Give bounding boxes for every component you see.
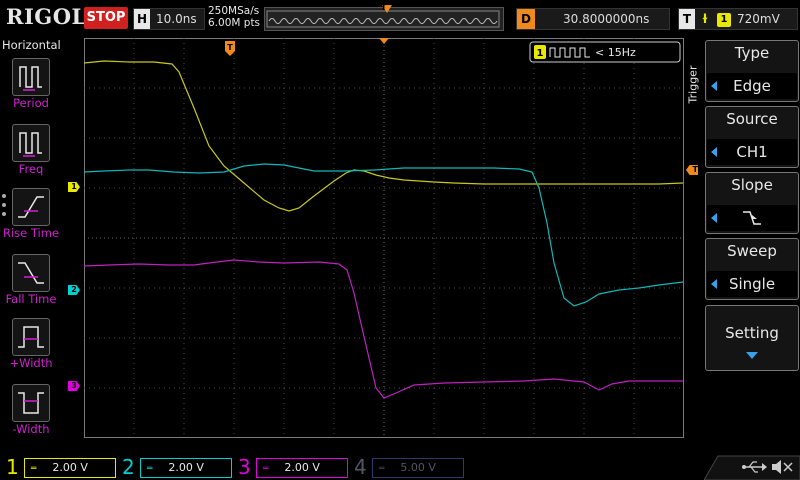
- negative-width-icon[interactable]: [12, 384, 50, 422]
- horizontal-key-label: H: [134, 9, 150, 29]
- trigger-level-value: 720mV: [737, 12, 780, 26]
- rise-time-icon[interactable]: [12, 188, 50, 226]
- trigger-level-marker[interactable]: T: [686, 165, 698, 175]
- timebase-value: 10.0ns: [156, 12, 197, 26]
- status-icons: [704, 455, 800, 480]
- trigger-sweep-title: Sweep: [727, 242, 777, 260]
- channel-status-bar: 1 ═ 2.00 V 2 ═ 2.00 V 3 ═ 2.00 V 4 ═ 5.00 V: [0, 454, 800, 480]
- delay-key-label: D: [517, 9, 535, 29]
- channel-4-scale-box: ═ 5.00 V: [372, 458, 464, 478]
- memory-overview-bar[interactable]: T: [264, 3, 504, 31]
- channel-1-offset-marker[interactable]: 1: [68, 182, 80, 192]
- measure-fall-time[interactable]: Fall Time: [0, 254, 62, 316]
- trigger-sweep-value: Single: [707, 271, 797, 297]
- measure-negative-width-label: -Width: [12, 422, 50, 436]
- channel-1-number: 1: [6, 455, 19, 479]
- left-arrow-icon: [711, 213, 717, 223]
- channel-2-scale-box: ═ 2.00 V: [140, 458, 232, 478]
- channel-4-scale: 5.00 V: [400, 461, 436, 474]
- trigger-time-marker-label: T: [227, 43, 233, 52]
- measure-positive-width-label: +Width: [9, 356, 53, 370]
- memory-depth: 6.00M pts: [208, 17, 261, 29]
- measure-period-label: Period: [13, 96, 49, 110]
- frequency-icon[interactable]: [12, 124, 50, 162]
- trigger-key-label: T: [679, 9, 695, 29]
- channel-4-status[interactable]: 4 ═ 5.00 V: [348, 454, 464, 480]
- trigger-channel-badge: 1: [717, 13, 731, 27]
- top-status-bar: RIGOL STOP H 10.0ns 250MSa/s 6.00M pts T …: [0, 0, 800, 36]
- period-icon[interactable]: [12, 58, 50, 96]
- left-arrow-icon: [711, 279, 717, 289]
- left-menu-title: Horizontal: [2, 38, 61, 52]
- measure-negative-width[interactable]: -Width: [0, 384, 62, 446]
- channel-1-scale: 2.00 V: [52, 461, 88, 474]
- channel-2-number: 2: [122, 455, 135, 479]
- measure-rise-time[interactable]: Rise Time: [0, 188, 62, 250]
- trigger-delay-box[interactable]: D 30.8000000ns: [516, 8, 670, 30]
- channel-3-offset-marker[interactable]: 3: [68, 381, 80, 391]
- channel-2-scale: 2.00 V: [168, 461, 204, 474]
- rising-edge-icon: ɫ: [701, 12, 709, 26]
- trigger-type-softkey[interactable]: Type Edge: [705, 40, 799, 102]
- channel-3-number: 3: [238, 455, 251, 479]
- waveform-graticule[interactable]: 1 < 15Hz T: [84, 38, 684, 438]
- measure-frequency[interactable]: Freq: [0, 124, 62, 186]
- measure-frequency-label: Freq: [18, 162, 44, 176]
- measure-period[interactable]: Period: [0, 58, 62, 120]
- channel-1-scale-box: ═ 2.00 V: [24, 458, 116, 478]
- measure-rise-time-label: Rise Time: [2, 226, 60, 240]
- trigger-setting-softkey[interactable]: Setting: [705, 305, 799, 371]
- frequency-counter[interactable]: 1 < 15Hz: [529, 41, 681, 63]
- horizontal-measure-menu: Horizontal Period Freq Rise Time Fall Ti…: [0, 36, 62, 454]
- sample-rate: 250MSa/s: [208, 5, 260, 17]
- trigger-slope-value: [707, 205, 797, 231]
- trigger-sweep-softkey[interactable]: Sweep Single: [705, 238, 799, 300]
- counter-value: < 15Hz: [595, 46, 636, 59]
- channel-3-status[interactable]: 3 ═ 2.00 V: [232, 454, 348, 480]
- down-arrow-icon: [746, 352, 758, 359]
- trigger-position-label: T: [381, 3, 387, 12]
- channel-3-scale: 2.00 V: [284, 461, 320, 474]
- left-arrow-icon: [711, 81, 717, 91]
- trigger-setting-title: Setting: [725, 324, 779, 342]
- channel-3-scale-box: ═ 2.00 V: [256, 458, 348, 478]
- trigger-type-value: Edge: [707, 73, 797, 99]
- timebase-box[interactable]: H 10.0ns: [133, 8, 205, 30]
- trigger-slope-title: Slope: [731, 176, 773, 194]
- trigger-source-value: CH1: [707, 139, 797, 165]
- left-arrow-icon: [711, 147, 717, 157]
- trigger-slope-softkey[interactable]: Slope: [705, 172, 799, 234]
- delay-value: 30.8000000ns: [563, 12, 650, 26]
- brand-logo: RIGOL: [6, 4, 87, 29]
- channel-2-offset-marker[interactable]: 2: [68, 285, 80, 295]
- trigger-type-title: Type: [734, 44, 770, 62]
- counter-channel: 1: [537, 48, 544, 59]
- trigger-menu-title: Trigger: [686, 65, 700, 104]
- trigger-source-softkey[interactable]: Source CH1: [705, 106, 799, 168]
- acquisition-info: 250MSa/s 6.00M pts: [208, 5, 260, 29]
- channel-2-status[interactable]: 2 ═ 2.00 V: [116, 454, 232, 480]
- rising-slope-icon: [743, 211, 761, 225]
- positive-width-icon[interactable]: [12, 318, 50, 356]
- measure-fall-time-label: Fall Time: [5, 292, 57, 306]
- fall-time-icon[interactable]: [12, 254, 50, 292]
- channel-1-status[interactable]: 1 ═ 2.00 V: [0, 454, 116, 480]
- run-stop-indicator[interactable]: STOP: [84, 7, 128, 29]
- channel-4-number: 4: [354, 455, 367, 479]
- measure-positive-width[interactable]: +Width: [0, 318, 62, 380]
- trigger-status-box[interactable]: Tɫ 1 720mV: [678, 8, 798, 30]
- trigger-source-title: Source: [726, 110, 778, 128]
